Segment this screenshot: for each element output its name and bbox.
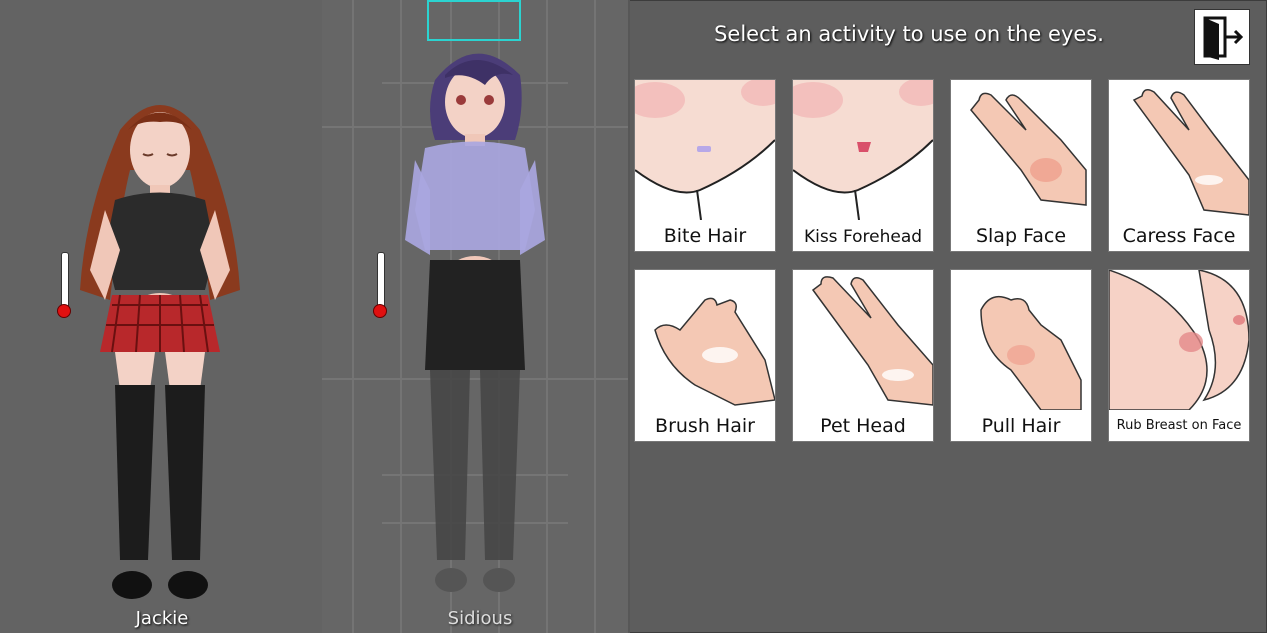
pinch-hand-icon [980,295,1082,410]
activity-card-caress-face[interactable]: Caress Face [1108,79,1250,252]
activity-label: Pet Head [820,415,906,437]
activity-label: Pull Hair [981,415,1061,437]
activity-label: Bite Hair [663,225,747,247]
activity-card-rub-breast-on-face[interactable]: Rub Breast on Face [1108,269,1250,442]
character-jackie-figure[interactable] [60,90,260,610]
grid-line [594,0,596,633]
hand-icon [811,276,933,406]
activity-label: Brush Hair [655,415,755,437]
exit-door-icon [1203,16,1244,60]
breast-icon [1109,270,1249,410]
activity-label: Rub Breast on Face [1116,418,1242,433]
activity-prompt: Select an activity to use on the eyes. [714,22,1104,46]
activity-card-kiss-forehead[interactable]: Kiss Forehead [792,79,934,252]
activity-card-pull-hair[interactable]: Pull Hair [950,269,1092,442]
activity-card-bite-hair[interactable]: Bite Hair [634,79,776,252]
activity-label: Kiss Forehead [803,227,923,247]
face-closeup-icon [793,80,933,220]
activity-label: Slap Face [975,225,1067,247]
grid-line [352,0,354,633]
face-closeup-icon [635,80,775,220]
activity-label: Caress Face [1122,225,1236,247]
hand-icon [970,92,1087,206]
character-name-sidious: Sidious [447,608,513,629]
exit-button[interactable] [1194,9,1250,65]
activity-card-brush-hair[interactable]: Brush Hair [634,269,776,442]
activity-card-pet-head[interactable]: Pet Head [792,269,934,442]
hand-icon [654,297,775,406]
character-name-jackie: Jackie [135,608,189,629]
hand-icon [1132,89,1249,216]
activity-card-slap-face[interactable]: Slap Face [950,79,1092,252]
character-sidious-figure[interactable] [375,30,575,600]
